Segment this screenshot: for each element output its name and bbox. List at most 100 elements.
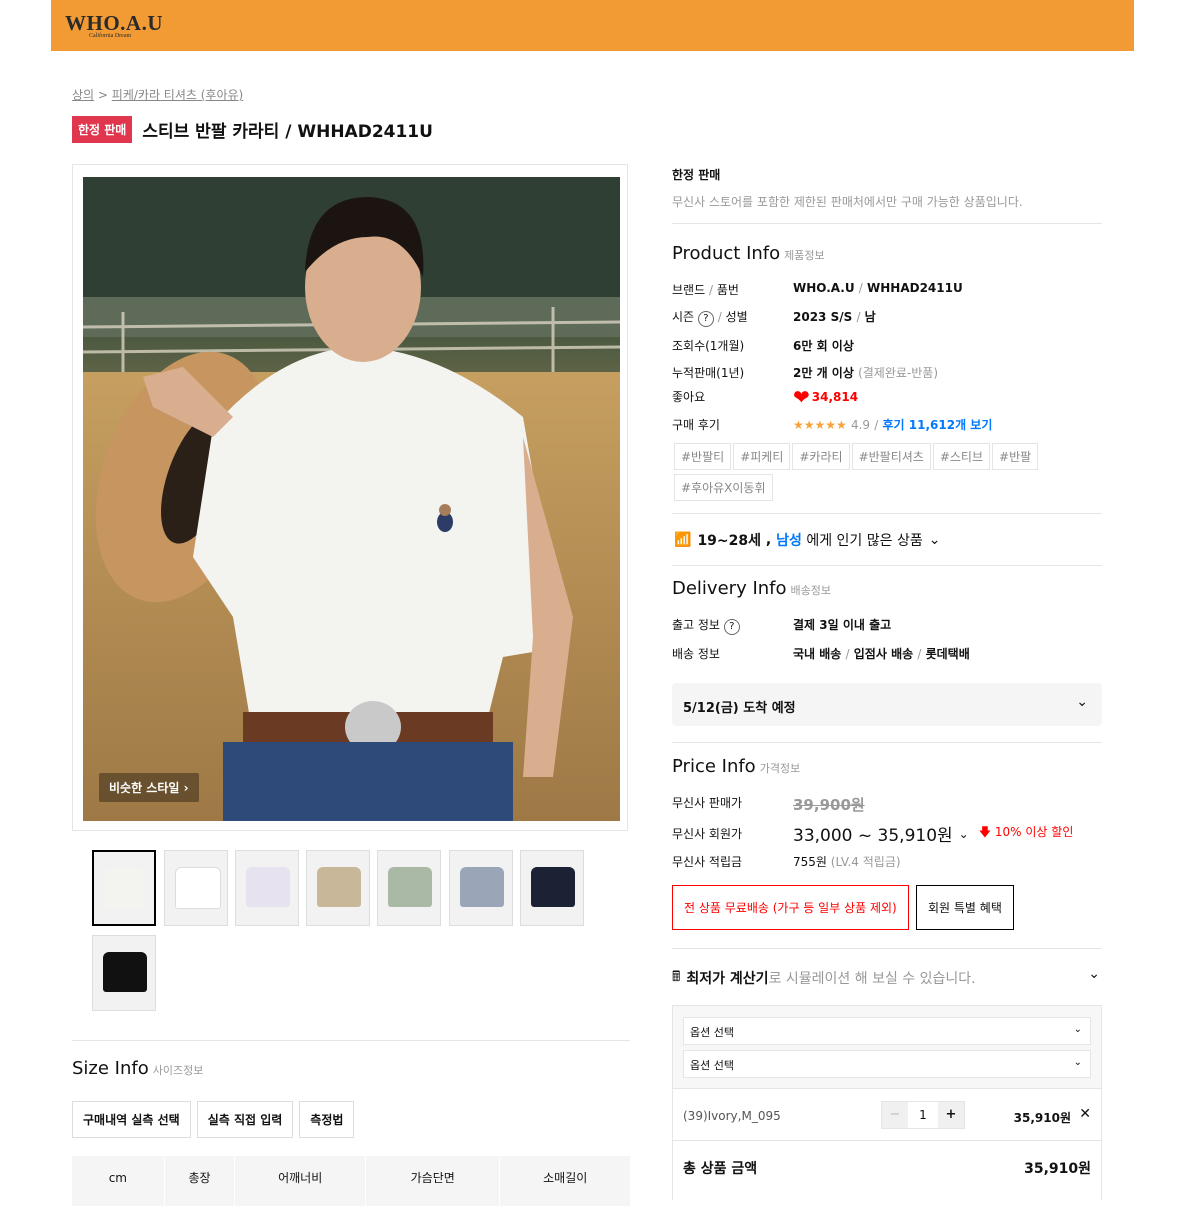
- limited-badge: 한정 판매: [72, 116, 133, 143]
- product-title-row: 한정 판매 스티브 반팔 카라티 / WHHAD2411U: [72, 116, 433, 143]
- thumbnail-image: [388, 867, 432, 907]
- close-icon[interactable]: ✕: [1079, 1106, 1091, 1122]
- product-title: 스티브 반팔 카라티 / WHHAD2411U: [142, 122, 433, 142]
- breadcrumb-category-top[interactable]: 상의: [72, 88, 94, 102]
- chevron-right-icon: ›: [183, 781, 189, 795]
- chevron-down-icon[interactable]: ⌄: [959, 827, 969, 841]
- divider: [672, 742, 1102, 743]
- brand-header: WHO.A.U California Dream: [51, 0, 1134, 51]
- star-rating-icon: ★★★★★: [793, 418, 847, 432]
- limited-title: 한정 판매: [672, 168, 721, 182]
- quantity-stepper: − 1 +: [881, 1101, 965, 1129]
- breadcrumb-category-sub[interactable]: 피케/카라 티셔츠 (후아유): [112, 88, 243, 102]
- shipping-row: 출고 정보 ? 결제 3일 이내 출고: [672, 616, 891, 635]
- thumbnail-6[interactable]: [449, 850, 513, 926]
- thumbnail-1[interactable]: [92, 850, 156, 926]
- tag[interactable]: #반팔: [992, 443, 1039, 470]
- size-table-header: cm 총장 어깨너비 가슴단면 소매길이: [72, 1156, 630, 1206]
- tag[interactable]: #후아유X이동휘: [674, 474, 773, 501]
- product-code: WHHAD2411U: [867, 281, 963, 295]
- minus-icon[interactable]: −: [882, 1102, 908, 1128]
- option-select-2[interactable]: 옵션 선택 ⌄: [683, 1050, 1091, 1078]
- divider: [672, 565, 1102, 566]
- tag[interactable]: #스티브: [932, 443, 991, 470]
- size-info-heading: Size Info 사이즈정보: [72, 1058, 204, 1079]
- option-price: 35,910원: [1013, 1111, 1071, 1125]
- chevron-down-icon[interactable]: ⌄: [1088, 966, 1100, 982]
- price-calculator-toggle[interactable]: 🖩 최저가 계산기 로 시뮬레이션 해 보실 수 있습니다.: [672, 966, 976, 990]
- discount-label: 🡇 10% 이상 할인: [978, 825, 1074, 839]
- chevron-down-icon: ⌄: [1073, 1057, 1082, 1068]
- brand-link[interactable]: WHO.A.U: [793, 281, 855, 295]
- selected-option-row: (39)Ivory,M_095 − 1 + 35,910원 ✕: [673, 1088, 1101, 1141]
- help-circle-icon[interactable]: ?: [697, 311, 714, 327]
- thumbnail-5[interactable]: [377, 850, 441, 926]
- model-photo-illustration: [83, 177, 620, 821]
- thumbnail-3[interactable]: [235, 850, 299, 926]
- sale-price-row: 무신사 판매가 39,900원: [672, 796, 865, 814]
- thumbnail-8[interactable]: [92, 935, 156, 1011]
- total-price: 35,910원: [1024, 1161, 1091, 1177]
- points-row: 무신사 적립금 755원 (LV.4 적립금): [672, 855, 901, 869]
- help-circle-icon[interactable]: ?: [723, 619, 740, 635]
- free-shipping-button[interactable]: 전 상품 무료배송 (가구 등 일부 상품 제외): [672, 885, 909, 930]
- likes-count: 34,814: [811, 389, 859, 404]
- thumbnail-image: [531, 867, 575, 907]
- heart-icon[interactable]: ❤: [793, 387, 810, 407]
- thumbnail-2[interactable]: [164, 850, 228, 926]
- tag[interactable]: #반팔티: [674, 443, 732, 470]
- chevron-down-icon: ⌄: [1073, 1024, 1082, 1035]
- divider: [672, 223, 1102, 224]
- divider: [672, 948, 1102, 949]
- review-link[interactable]: 후기 11,612개 보기: [883, 418, 993, 432]
- delivery-info-heading: Delivery Info 배송정보: [672, 578, 831, 599]
- size-info-section: Size Info 사이즈정보 구매내역 실측 선택 실측 직접 입력 측정법 c…: [72, 1040, 630, 1206]
- option-select-1[interactable]: 옵션 선택 ⌄: [683, 1017, 1091, 1045]
- arrow-down-icon: 🡇: [978, 825, 992, 839]
- total-row: 총 상품 금액 35,910원: [673, 1140, 1101, 1201]
- tag[interactable]: #카라티: [792, 443, 850, 470]
- review-row: 구매 후기 ★★★★★ 4.9 / 후기 11,612개 보기: [672, 418, 993, 432]
- bar-chart-icon: 📶: [674, 532, 692, 548]
- season-row: 시즌 ? / 성별 2023 S/S / 남: [672, 308, 876, 327]
- thumbnail-image: [103, 952, 147, 992]
- size-col-sleeve: 소매길이: [543, 1171, 588, 1185]
- thumbnail-4[interactable]: [306, 850, 370, 926]
- delivery-method-row: 배송 정보 국내 배송 / 입점사 배송 / 롯데택배: [672, 647, 970, 661]
- main-image-frame: 비슷한 스타일 ›: [72, 164, 628, 831]
- member-benefit-button[interactable]: 회원 특별 혜택: [916, 885, 1014, 930]
- tag-list: #반팔티 #피케티 #카라티 #반팔티셔츠 #스티브 #반팔 #후아유X이동휘: [674, 443, 1094, 505]
- thumbnail-7[interactable]: [520, 850, 584, 926]
- arrival-estimate-dropdown[interactable]: 5/12(금) 도착 예정 ⌄: [672, 683, 1102, 726]
- measure-guide-button[interactable]: 측정법: [299, 1101, 355, 1138]
- size-col-shoulder: 어깨너비: [235, 1156, 366, 1206]
- chevron-down-icon: ⌄: [1076, 694, 1088, 710]
- total-label: 총 상품 금액: [683, 1161, 758, 1177]
- limited-description: 무신사 스토어를 포함한 제한된 판매처에서만 구매 가능한 상품입니다.: [672, 195, 1023, 209]
- thumbnail-image: [102, 868, 146, 908]
- chevron-down-double-icon: ⌄: [928, 532, 941, 548]
- original-price: 39,900원: [793, 796, 865, 814]
- tag[interactable]: #반팔티셔츠: [851, 443, 931, 470]
- views-row: 조회수(1개월) 6만 회 이상: [672, 339, 854, 353]
- brand-logo-subtitle: California Dream: [89, 33, 132, 39]
- thumbnail-image: [317, 867, 361, 907]
- price-info-heading: Price Info 가격정보: [672, 756, 801, 777]
- thumbnail-image: [460, 867, 504, 907]
- thumbnail-image: [175, 867, 221, 909]
- option-box: 옵션 선택 ⌄ 옵션 선택 ⌄ (39)Ivory,M_095 − 1 + 35,9…: [672, 1005, 1102, 1201]
- purchase-history-size-button[interactable]: 구매내역 실측 선택: [72, 1101, 191, 1138]
- breadcrumb: 상의 > 피케/카라 티셔츠 (후아유): [72, 88, 244, 102]
- tag[interactable]: #피케티: [733, 443, 791, 470]
- size-col-chest: 가슴단면: [366, 1156, 501, 1206]
- product-info-heading: Product Info 제품정보: [672, 243, 825, 264]
- manual-size-input-button[interactable]: 실측 직접 입력: [196, 1101, 294, 1138]
- similar-style-button[interactable]: 비슷한 스타일 ›: [99, 773, 199, 802]
- plus-icon[interactable]: +: [938, 1102, 964, 1128]
- divider: [672, 513, 1102, 514]
- likes-row: 좋아요 ❤ 34,814: [672, 384, 859, 409]
- popular-demographic[interactable]: 📶 19~28세 , 남성 에게 인기 많은 상품 ⌄: [674, 530, 940, 550]
- size-col-unit: cm: [72, 1156, 165, 1206]
- sales-row: 누적판매(1년) 2만 개 이상 (결제완료-반품): [672, 366, 938, 380]
- quantity-value[interactable]: 1: [908, 1102, 938, 1128]
